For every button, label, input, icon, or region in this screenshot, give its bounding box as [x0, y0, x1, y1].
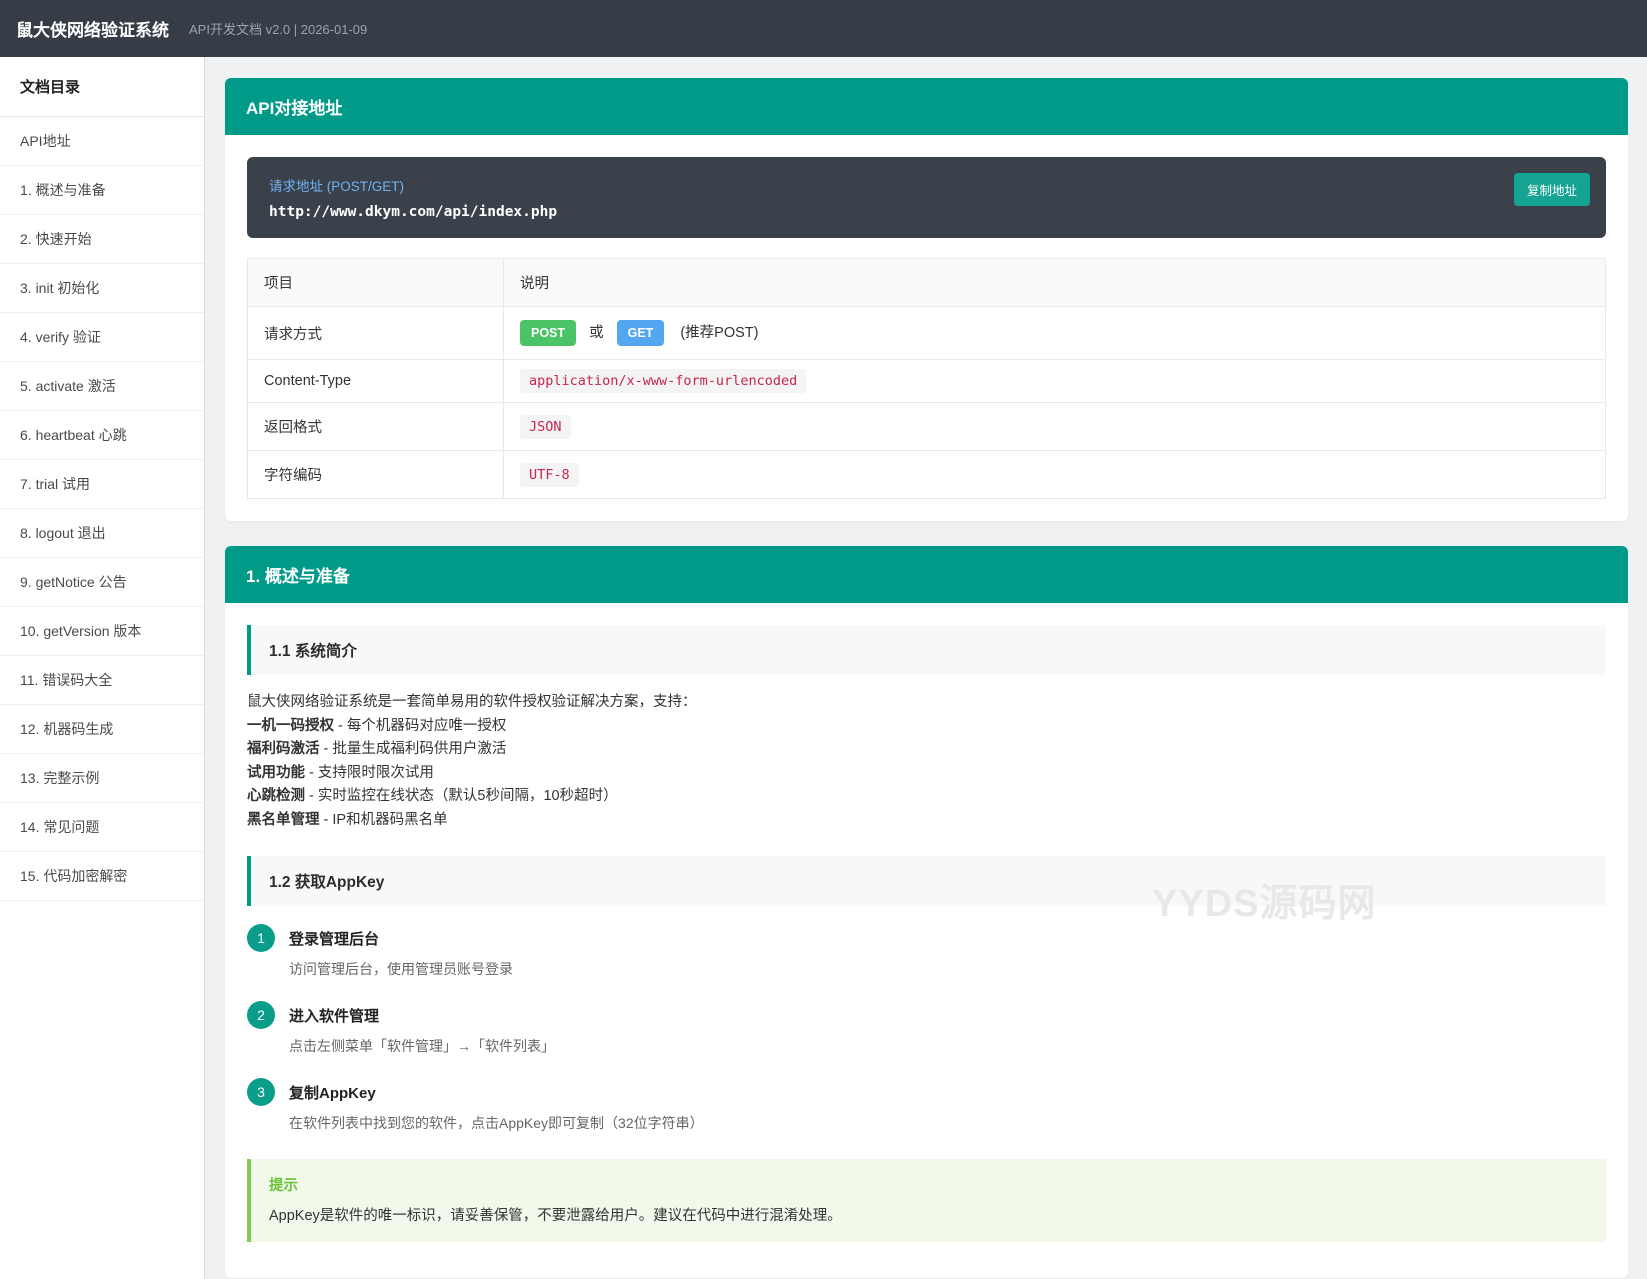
- or-text: 或: [589, 324, 604, 341]
- feature-desc: - 支持限时限次试用: [305, 764, 434, 781]
- row-value: application/x-www-form-urlencoded: [503, 359, 1606, 403]
- table-header-row: 项目 说明: [247, 258, 1606, 307]
- copy-url-button[interactable]: 复制地址: [1513, 173, 1590, 206]
- step-title: 登录管理后台: [289, 931, 380, 948]
- row-value: UTF-8: [503, 450, 1606, 499]
- format-chip: JSON: [520, 414, 571, 439]
- subsection-title-1-2: 1.2 获取AppKey: [247, 856, 1606, 906]
- content-type-chip: application/x-www-form-urlencoded: [520, 369, 807, 393]
- request-url-block: 请求地址 (POST/GET) http://www.dkym.com/api/…: [247, 157, 1606, 238]
- sidebar-item-machinecode[interactable]: 12. 机器码生成: [0, 705, 204, 754]
- app-header: 鼠大侠网络验证系统 API开发文档 v2.0 | 2026-01-09: [0, 0, 1647, 57]
- main-content: API对接地址 请求地址 (POST/GET) http://www.dkym.…: [205, 57, 1647, 1279]
- intro-line: 鼠大侠网络验证系统是一套简单易用的软件授权验证解决方案，支持：: [247, 694, 697, 710]
- feature-line: 心跳检测 - 实时监控在线状态（默认5秒间隔，10秒超时）: [247, 785, 1606, 809]
- get-badge: GET: [616, 320, 665, 346]
- feature-name: 福利码激活: [247, 741, 320, 757]
- sidebar-item-faq[interactable]: 14. 常见问题: [0, 803, 204, 852]
- sidebar-item-logout[interactable]: 8. logout 退出: [0, 509, 204, 558]
- post-badge: POST: [520, 320, 577, 346]
- sidebar-item-getversion[interactable]: 10. getVersion 版本: [0, 607, 204, 656]
- sidebar-item-errorcodes[interactable]: 11. 错误码大全: [0, 656, 204, 705]
- table-row-content-type: Content-Type application/x-www-form-urle…: [247, 359, 1606, 403]
- tip-title: 提示: [269, 1178, 298, 1194]
- api-address-card: API对接地址 请求地址 (POST/GET) http://www.dkym.…: [225, 78, 1628, 521]
- feature-line: 福利码激活 - 批量生成福利码供用户激活: [247, 738, 1606, 762]
- feature-name: 试用功能: [247, 764, 305, 781]
- sidebar-item-getnotice[interactable]: 9. getNotice 公告: [0, 558, 204, 607]
- table-header-desc: 说明: [503, 258, 1606, 307]
- table-row-method: 请求方式 POST 或 GET (推荐POST): [247, 306, 1606, 360]
- step-number-badge: 3: [247, 1078, 275, 1106]
- step-number-badge: 1: [247, 924, 275, 952]
- row-label: 字符编码: [247, 450, 504, 499]
- step-title: 复制AppKey: [289, 1085, 376, 1102]
- sidebar-item-heartbeat[interactable]: 6. heartbeat 心跳: [0, 411, 204, 460]
- app-title: 鼠大侠网络验证系统: [16, 21, 169, 40]
- system-intro-block: 鼠大侠网络验证系统是一套简单易用的软件授权验证解决方案，支持： 一机一码授权 -…: [247, 691, 1606, 832]
- step-number-badge: 2: [247, 1001, 275, 1029]
- api-info-table: 项目 说明 请求方式 POST 或 GET (推荐POST) Content-T…: [247, 258, 1606, 499]
- api-address-card-title: API对接地址: [225, 78, 1628, 135]
- feature-line: 黑名单管理 - IP和机器码黑名单: [247, 809, 1606, 833]
- sidebar-item-quickstart[interactable]: 2. 快速开始: [0, 215, 204, 264]
- charset-chip: UTF-8: [520, 462, 579, 487]
- row-value: POST 或 GET (推荐POST): [503, 306, 1606, 360]
- row-label: 请求方式: [247, 306, 504, 360]
- table-header-item: 项目: [247, 258, 504, 307]
- sidebar-title: 文档目录: [0, 57, 204, 117]
- feature-desc: - 每个机器码对应唯一授权: [334, 717, 507, 734]
- request-url-value: http://www.dkym.com/api/index.php: [269, 204, 558, 220]
- step-1: 1 登录管理后台 访问管理后台，使用管理员账号登录: [247, 924, 1606, 979]
- table-row-format: 返回格式 JSON: [247, 402, 1606, 451]
- tip-text: AppKey是软件的唯一标识，请妥善保管，不要泄露给用户。建议在代码中进行混淆处…: [269, 1208, 842, 1224]
- app-subtitle: API开发文档 v2.0 | 2026-01-09: [189, 22, 368, 37]
- row-label: 返回格式: [247, 402, 504, 451]
- table-row-charset: 字符编码 UTF-8: [247, 450, 1606, 499]
- feature-desc: - IP和机器码黑名单: [319, 811, 448, 828]
- feature-line: 试用功能 - 支持限时限次试用: [247, 762, 1606, 786]
- step-description: 在软件列表中找到您的软件，点击AppKey即可复制（32位字符串）: [289, 1115, 704, 1131]
- step-description: 点击左侧菜单「软件管理」→「软件列表」: [289, 1038, 555, 1054]
- step-title: 进入软件管理: [289, 1008, 380, 1025]
- feature-desc: - 批量生成福利码供用户激活: [319, 741, 507, 757]
- sidebar-item-verify[interactable]: 4. verify 验证: [0, 313, 204, 362]
- row-label: Content-Type: [247, 359, 504, 403]
- method-note: (推荐POST): [680, 324, 759, 341]
- step-3: 3 复制AppKey 在软件列表中找到您的软件，点击AppKey即可复制（32位…: [247, 1078, 1606, 1133]
- feature-desc: - 实时监控在线状态（默认5秒间隔，10秒超时）: [305, 788, 618, 804]
- overview-card-title: 1. 概述与准备: [225, 546, 1628, 603]
- request-url-label: 请求地址 (POST/GET): [269, 179, 404, 194]
- sidebar: 文档目录 API地址 1. 概述与准备 2. 快速开始 3. init 初始化 …: [0, 57, 205, 1279]
- feature-name: 黑名单管理: [247, 811, 320, 828]
- step-description: 访问管理后台，使用管理员账号登录: [289, 961, 513, 977]
- row-value: JSON: [503, 402, 1606, 451]
- feature-line: 一机一码授权 - 每个机器码对应唯一授权: [247, 715, 1606, 739]
- subsection-title-1-1: 1.1 系统简介: [247, 625, 1606, 675]
- feature-name: 一机一码授权: [247, 717, 334, 734]
- overview-card: 1. 概述与准备 1.1 系统简介 鼠大侠网络验证系统是一套简单易用的软件授权验…: [225, 546, 1628, 1278]
- sidebar-item-trial[interactable]: 7. trial 试用: [0, 460, 204, 509]
- sidebar-item-activate[interactable]: 5. activate 激活: [0, 362, 204, 411]
- sidebar-item-overview[interactable]: 1. 概述与准备: [0, 166, 204, 215]
- feature-name: 心跳检测: [247, 788, 305, 804]
- sidebar-item-encryption[interactable]: 15. 代码加密解密: [0, 852, 204, 901]
- sidebar-item-examples[interactable]: 13. 完整示例: [0, 754, 204, 803]
- step-2: 2 进入软件管理 点击左侧菜单「软件管理」→「软件列表」: [247, 1001, 1606, 1056]
- tip-box: 提示 AppKey是软件的唯一标识，请妥善保管，不要泄露给用户。建议在代码中进行…: [247, 1159, 1606, 1242]
- sidebar-item-api-address[interactable]: API地址: [0, 117, 204, 166]
- sidebar-item-init[interactable]: 3. init 初始化: [0, 264, 204, 313]
